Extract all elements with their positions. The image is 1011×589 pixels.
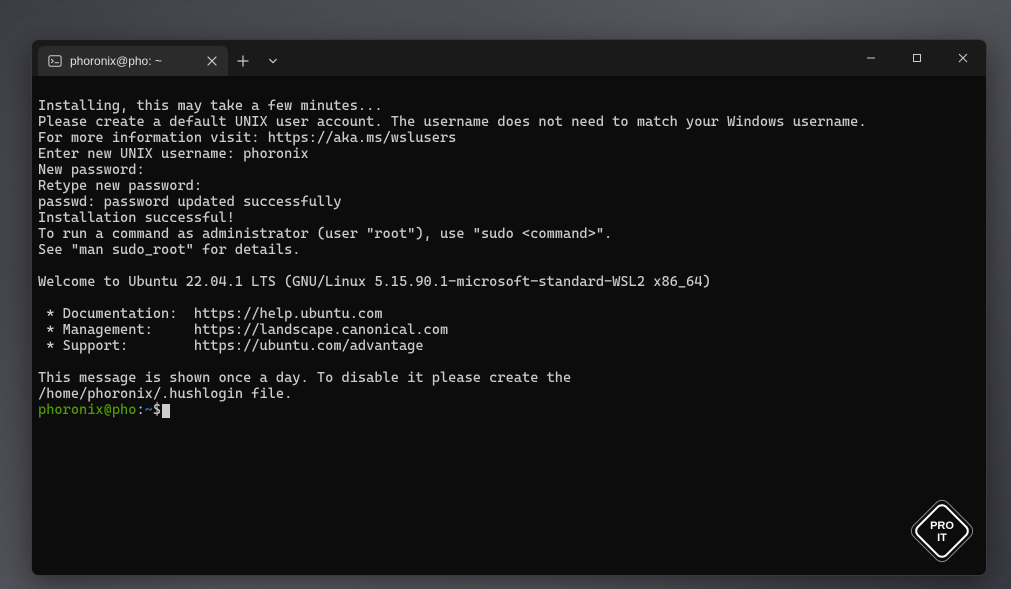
terminal-line	[38, 258, 980, 274]
terminal-line: For more information visit: https://aka.…	[38, 130, 980, 146]
terminal-line: Installing, this may take a few minutes.…	[38, 98, 980, 114]
terminal-line: passwd: password updated successfully	[38, 194, 980, 210]
terminal-lines: Installing, this may take a few minutes.…	[38, 98, 980, 402]
watermark-badge: PRO IT	[910, 499, 974, 563]
tab-dropdown-button[interactable]	[258, 46, 288, 76]
terminal-line: Installation successful!	[38, 210, 980, 226]
terminal-line	[38, 290, 980, 306]
terminal-line: /home/phoronix/.hushlogin file.	[38, 386, 980, 402]
terminal-line: This message is shown once a day. To dis…	[38, 370, 980, 386]
terminal-output[interactable]: Installing, this may take a few minutes.…	[32, 76, 986, 575]
terminal-line: Retype new password:	[38, 178, 980, 194]
terminal-line: Welcome to Ubuntu 22.04.1 LTS (GNU/Linux…	[38, 274, 980, 290]
prompt-symbol: $	[153, 402, 161, 418]
tabs-region: phoronix@pho: ~	[32, 40, 288, 76]
minimize-button[interactable]	[848, 40, 894, 76]
prompt-user-host: phoronix@pho	[38, 402, 136, 418]
terminal-line: Enter new UNIX username: phoronix	[38, 146, 980, 162]
terminal-line	[38, 354, 980, 370]
terminal-window: phoronix@pho: ~ Instal	[31, 39, 987, 576]
terminal-line: * Management: https://landscape.canonica…	[38, 322, 980, 338]
prompt-colon: :	[136, 402, 144, 418]
terminal-line: New password:	[38, 162, 980, 178]
close-button[interactable]	[940, 40, 986, 76]
new-tab-button[interactable]	[228, 46, 258, 76]
terminal-line: Please create a default UNIX user accoun…	[38, 114, 980, 130]
terminal-icon	[48, 54, 62, 68]
terminal-line: * Documentation: https://help.ubuntu.com	[38, 306, 980, 322]
titlebar[interactable]: phoronix@pho: ~	[32, 40, 986, 76]
terminal-line: See "man sudo_root" for details.	[38, 242, 980, 258]
cursor	[162, 404, 170, 418]
prompt-line: phoronix@pho:~$	[38, 402, 980, 418]
tab-close-button[interactable]	[204, 53, 220, 69]
svg-text:PRO: PRO	[930, 520, 954, 532]
titlebar-drag-region[interactable]	[288, 40, 848, 76]
window-controls	[848, 40, 986, 76]
terminal-line: * Support: https://ubuntu.com/advantage	[38, 338, 980, 354]
terminal-line: To run a command as administrator (user …	[38, 226, 980, 242]
svg-text:IT: IT	[937, 532, 947, 544]
maximize-button[interactable]	[894, 40, 940, 76]
tab-title: phoronix@pho: ~	[70, 54, 196, 68]
tab-active[interactable]: phoronix@pho: ~	[38, 46, 228, 76]
prompt-path: ~	[145, 402, 153, 418]
